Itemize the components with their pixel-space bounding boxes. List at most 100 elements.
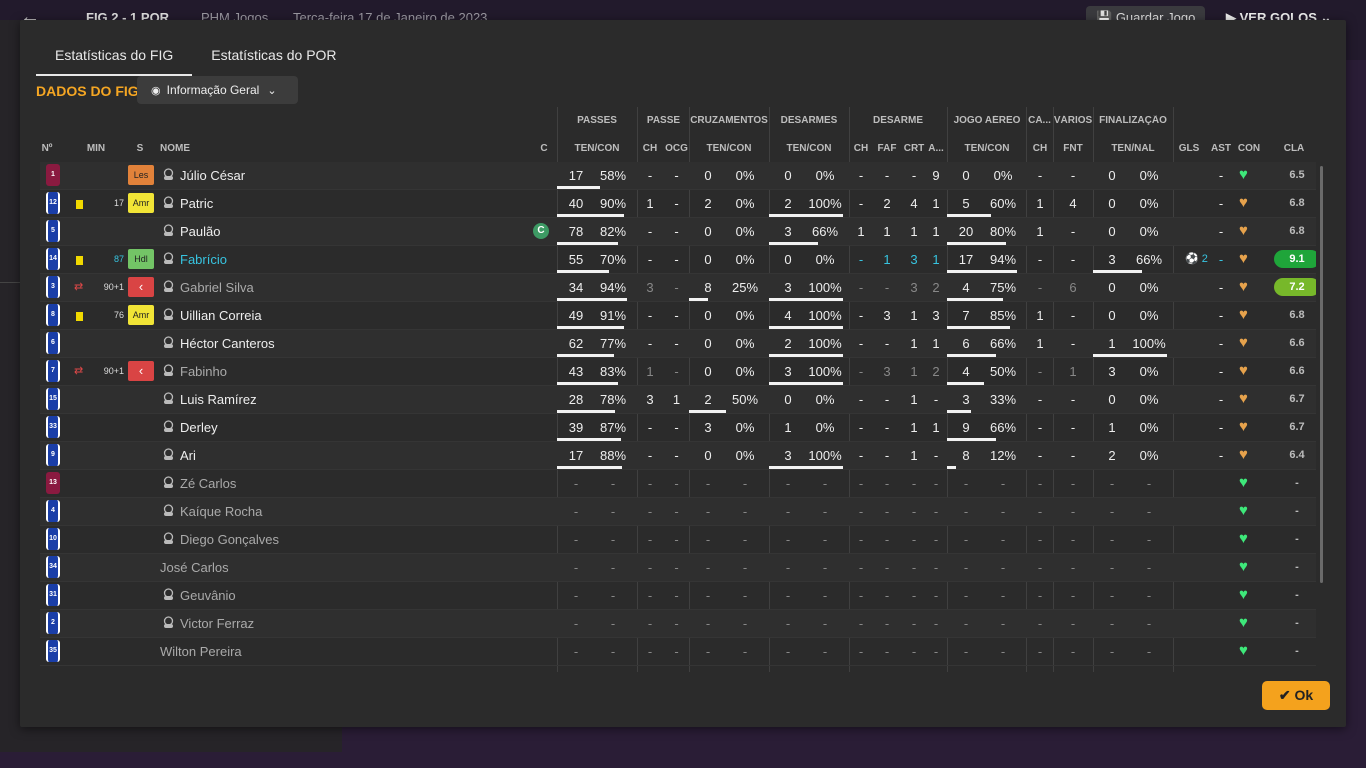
table-row[interactable]: 13 Zé Carlos - - - - - - - - - - - - - - - - - - ♥ - <box>40 470 1316 498</box>
empty-stat-cell: - <box>1070 588 1076 603</box>
table-row[interactable]: 34 José Carlos - - - - - - - - - - - - - - - - - - ♥ - <box>40 554 1316 582</box>
crosses-attempts: 2 <box>704 392 712 407</box>
empty-stat-cell: - <box>610 588 616 603</box>
player-name[interactable]: Kaíque Rocha <box>180 498 262 525</box>
player-profile-icon[interactable] <box>163 196 174 209</box>
pass-ch: 3 <box>646 280 654 295</box>
player-profile-icon[interactable] <box>163 420 174 433</box>
table-row[interactable]: 14 87 Hdl Fabrício 55 70% - -0 0% 0 0% -1 3 1 17 94% - -3… <box>40 246 1316 274</box>
table-row[interactable]: 35 Wilton Pereira - - - - - - - - - - - - - - - - - - ♥ - <box>40 638 1316 666</box>
table-row[interactable]: 9 Ari 17 88% - -0 0% 3 100% - -1-8 12% - -2 0% - ♥ 6.4 <box>40 442 1316 470</box>
col-finishing-ten-nal[interactable]: TEN/NAL <box>1093 143 1173 154</box>
player-name[interactable]: Héctor Canteros <box>180 330 275 357</box>
col-ca-ch[interactable]: CH <box>1028 143 1052 154</box>
player-profile-icon[interactable] <box>163 280 174 293</box>
crosses-percent: 0% <box>735 252 755 267</box>
col-various-fnt[interactable]: FNT <box>1056 143 1090 154</box>
player-name[interactable]: Paulão <box>180 218 220 245</box>
col-minutes[interactable]: MIN <box>76 143 116 154</box>
player-profile-icon[interactable] <box>163 168 174 181</box>
crosses-percent: 0% <box>735 448 755 463</box>
player-name[interactable]: Fabrício <box>180 246 227 273</box>
col-status[interactable]: S <box>130 143 150 154</box>
player-name[interactable]: Gabriel Silva <box>180 274 254 301</box>
col-captain[interactable]: C <box>535 143 553 154</box>
col-passes-ten-con[interactable]: TEN/CON <box>557 143 637 154</box>
minutes-played: 17 <box>113 198 124 208</box>
aerial-percent: 60% <box>989 196 1017 211</box>
passes-bar <box>557 382 619 385</box>
player-profile-icon[interactable] <box>163 336 174 349</box>
table-row[interactable]: 31 Geuvânio - - - - - - - - - - - - - - - - - - ♥ - <box>40 582 1316 610</box>
table-row[interactable]: 12 17 Amr Patric 40 90% 1-2 0% 2 100% -2 4 1 5 60% 1 4 0 0… <box>40 190 1316 218</box>
player-profile-icon[interactable] <box>163 448 174 461</box>
table-row[interactable]: 5 Paulão C 78 82% - -0 0% 3 66% 1 1 1 1 20 80% 1-0 0% - ♥ 6.… <box>40 218 1316 246</box>
tab-fig-stats[interactable]: Estatísticas do FIG <box>36 20 193 76</box>
assists: - <box>1218 224 1224 239</box>
col-tackles-ten-con[interactable]: TEN/CON <box>769 143 849 154</box>
player-name[interactable]: Geuvânio <box>180 582 236 609</box>
table-row[interactable]: 1 Les Júlio César 17 58% - -0 0% 0 0% - - -9 0 0% - -0 0%… <box>40 162 1316 190</box>
view-dropdown[interactable]: ◉ Informação Geral ⌄ <box>137 76 298 104</box>
player-profile-icon[interactable] <box>163 616 174 629</box>
col-name[interactable]: NOME <box>160 143 210 154</box>
col-assists[interactable]: AST <box>1208 143 1234 154</box>
player-profile-icon[interactable] <box>163 476 174 489</box>
player-name[interactable]: Fabinho <box>180 358 227 385</box>
table-scrollbar[interactable] <box>1320 166 1323 583</box>
table-row[interactable]: 2 Victor Ferraz - - - - - - - - - - - - - - - - - - ♥ - <box>40 610 1316 638</box>
player-name[interactable]: Luis Ramírez <box>180 386 257 413</box>
player-name[interactable]: Zé Carlos <box>180 470 236 497</box>
tab-por-stats[interactable]: Estatísticas do POR <box>192 20 355 74</box>
player-name[interactable]: Victor Ferraz <box>180 610 254 637</box>
goals-scored: ⚽ 2 <box>1185 246 1208 273</box>
player-profile-icon[interactable] <box>163 252 174 265</box>
table-row[interactable]: 6 Héctor Canteros 62 77% - -0 0% 2 100% - -1 1 6 66% 1… <box>40 330 1316 358</box>
col-pass-ocg[interactable]: OCG <box>663 143 690 154</box>
player-profile-icon[interactable] <box>163 308 174 321</box>
col-goals[interactable]: GLS <box>1176 143 1202 154</box>
empty-stat-cell: - <box>858 588 864 603</box>
player-name[interactable]: Patric <box>180 190 213 217</box>
col-condition[interactable]: CON <box>1236 143 1262 154</box>
col-rating[interactable]: CLA <box>1274 143 1314 154</box>
table-row[interactable]: 15 Luis Ramírez 28 78% 3 1 2 50% 0 0% - -1-3 33% - -0 0… <box>40 386 1316 414</box>
player-profile-icon[interactable] <box>163 532 174 545</box>
table-row[interactable]: 4 Kaíque Rocha - - - - - - - - - - - - - - - - - - ♥ - <box>40 498 1316 526</box>
col-tackle-faf[interactable]: FAF <box>876 143 898 154</box>
condition-heart-icon: ♥ <box>1239 194 1248 211</box>
player-name[interactable]: Ari <box>180 442 196 469</box>
player-profile-icon[interactable] <box>163 364 174 377</box>
passes-bar <box>557 326 625 329</box>
player-profile-icon[interactable] <box>163 588 174 601</box>
condition-heart-icon: ♥ <box>1239 222 1248 239</box>
player-profile-icon[interactable] <box>163 504 174 517</box>
player-name[interactable]: Wilton Pereira <box>160 638 242 665</box>
empty-stat-cell: - <box>1070 560 1076 575</box>
player-name[interactable]: Júlio César <box>180 162 245 189</box>
shirt-number-icon: 33 <box>46 416 60 438</box>
col-tackle-crt[interactable]: CRT <box>902 143 926 154</box>
player-profile-icon[interactable] <box>163 392 174 405</box>
player-profile-icon[interactable] <box>163 224 174 237</box>
tackles-attempts: 1 <box>784 420 792 435</box>
col-pass-ch[interactable]: CH <box>637 143 663 154</box>
col-tackle-a[interactable]: A... <box>927 143 945 154</box>
condition-heart-icon: ♥ <box>1239 362 1248 379</box>
table-row[interactable]: 8 76 Amr Uillian Correia 49 91% - -0 0% 4 100% -3 1 3… <box>40 302 1316 330</box>
table-row[interactable]: 10 Diego Gonçalves - - - - - - - - - - - - - - - - - - ♥ - <box>40 526 1316 554</box>
player-name[interactable]: Derley <box>180 414 218 441</box>
col-aerial-ten-con[interactable]: TEN/CON <box>947 143 1027 154</box>
empty-stat-cell: - <box>884 644 890 659</box>
player-name[interactable]: José Carlos <box>160 554 229 581</box>
ok-button[interactable]: ✔ Ok <box>1262 681 1330 710</box>
player-name[interactable]: Diego Gonçalves <box>180 526 279 553</box>
table-row[interactable]: 33 Derley 39 87% - -3 0% 1 0% - -1 1 9 66% - -1 0% - ♥ 6.7 <box>40 414 1316 442</box>
table-row[interactable]: 3 ⇄ 90+1 ‹ Gabriel Silva 34 94% 3-8 25% 3 100% - -3 2… <box>40 274 1316 302</box>
col-tackle-ch[interactable]: CH <box>852 143 870 154</box>
player-name[interactable]: Uillian Correia <box>180 302 262 329</box>
col-number[interactable]: Nº <box>40 143 54 154</box>
col-cross-ten-con[interactable]: TEN/CON <box>689 143 769 154</box>
ca-ch: - <box>1037 252 1043 267</box>
table-row[interactable]: 7 ⇄ 90+1 ‹ Fabinho 43 83% 1-0 0% 3 100% -3 1 2 4 50% -1 3… <box>40 358 1316 386</box>
